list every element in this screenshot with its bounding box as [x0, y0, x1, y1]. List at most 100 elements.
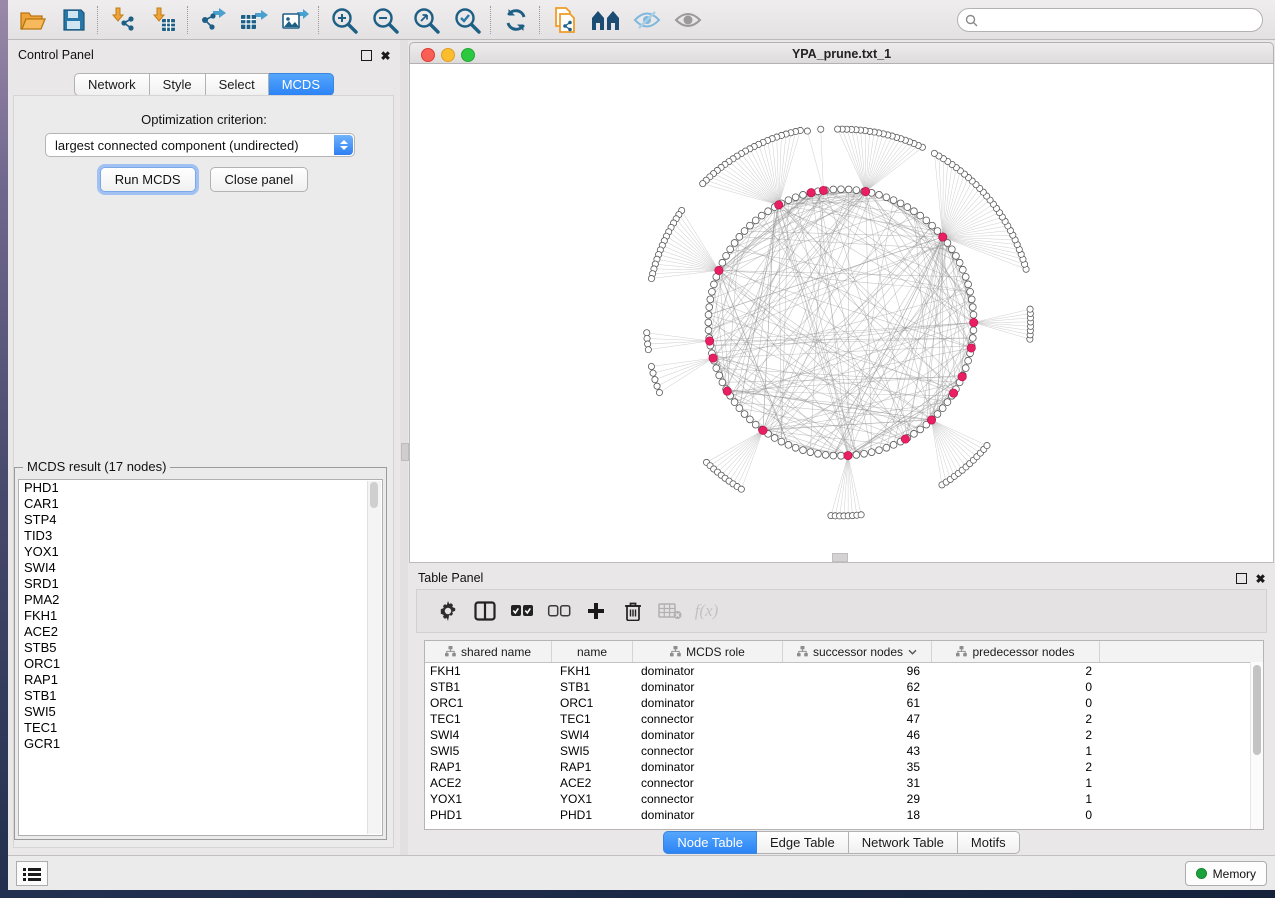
mcds-result-item[interactable]: PMA2	[19, 592, 382, 608]
mcds-result-item[interactable]: SRD1	[19, 576, 382, 592]
create-column-button[interactable]	[577, 594, 614, 628]
mcds-result-item[interactable]: STP4	[19, 512, 382, 528]
table-cell: RAP1	[425, 760, 552, 774]
zoom-in-button[interactable]	[323, 3, 364, 37]
table-scrollbar[interactable]	[1250, 662, 1263, 829]
column-header-successor-nodes[interactable]: successor nodes	[783, 641, 932, 662]
mcds-result-item[interactable]: TID3	[19, 528, 382, 544]
mcds-result-item[interactable]: ACE2	[19, 624, 382, 640]
column-label: name	[577, 645, 607, 659]
export-table-button[interactable]	[233, 3, 274, 37]
open-folder-icon	[19, 8, 47, 32]
show-column-panel-button[interactable]	[466, 594, 503, 628]
mcds-result-item[interactable]: GCR1	[19, 736, 382, 752]
mcds-result-item[interactable]: RAP1	[19, 672, 382, 688]
table-row[interactable]: STB1STB1dominator620	[425, 679, 1263, 695]
new-network-from-selection-button[interactable]	[544, 3, 585, 37]
hide-selected-button[interactable]	[626, 3, 667, 37]
optimization-criterion-value: largest connected component (undirected)	[55, 138, 299, 153]
network-graph[interactable]	[410, 64, 1273, 562]
mcds-list-scrollbar[interactable]	[367, 481, 381, 834]
float-panel-button[interactable]	[360, 49, 373, 62]
column-header-shared-name[interactable]: shared name	[425, 641, 552, 662]
close-table-panel-button[interactable]: ✖	[1254, 572, 1267, 585]
table-row[interactable]: PHD1PHD1dominator180	[425, 807, 1263, 823]
float-table-panel-button[interactable]	[1235, 572, 1248, 585]
close-panel-button[interactable]: ✖	[379, 49, 392, 62]
node-table-body: FKH1FKH1dominator962STB1STB1dominator620…	[425, 663, 1263, 823]
table-options-button[interactable]	[429, 594, 466, 628]
delete-column-button[interactable]	[614, 594, 651, 628]
zoom-out-button[interactable]	[364, 3, 405, 37]
column-header-predecessor-nodes[interactable]: predecessor nodes	[932, 641, 1100, 662]
mcds-result-item[interactable]: SWI4	[19, 560, 382, 576]
tab-edge-table[interactable]: Edge Table	[757, 831, 849, 854]
import-network-button[interactable]	[102, 3, 143, 37]
table-row[interactable]: YOX1YOX1connector291	[425, 791, 1263, 807]
table-row[interactable]: SWI5SWI5connector431	[425, 743, 1263, 759]
mcds-result-item[interactable]: STB1	[19, 688, 382, 704]
tab-select[interactable]: Select	[206, 73, 269, 96]
table-cell: dominator	[633, 664, 783, 678]
memory-button[interactable]: Memory	[1185, 861, 1267, 886]
tab-mcds[interactable]: MCDS	[269, 73, 334, 96]
tab-network-table[interactable]: Network Table	[849, 831, 958, 854]
export-network-button[interactable]	[192, 3, 233, 37]
mcds-result-item[interactable]: PHD1	[19, 480, 382, 496]
apply-layout-button[interactable]	[495, 3, 536, 37]
table-cell: connector	[633, 792, 783, 806]
mcds-result-item[interactable]: SWI5	[19, 704, 382, 720]
import-table-button[interactable]	[143, 3, 184, 37]
mcds-result-item[interactable]: ORC1	[19, 656, 382, 672]
horizontal-splitter-handle[interactable]	[832, 553, 848, 562]
zoom-fit-icon	[412, 6, 440, 34]
column-header-mcds-role[interactable]: MCDS role	[633, 641, 783, 662]
table-row[interactable]: RAP1RAP1dominator352	[425, 759, 1263, 775]
tab-motifs[interactable]: Motifs	[958, 831, 1020, 854]
table-row[interactable]: ACE2ACE2connector311	[425, 775, 1263, 791]
table-cell: dominator	[633, 680, 783, 694]
scrollbar-thumb[interactable]	[1253, 665, 1261, 755]
mcds-result-item[interactable]: TEC1	[19, 720, 382, 736]
table-row[interactable]: TEC1TEC1connector472	[425, 711, 1263, 727]
function-builder-button[interactable]: f(x)	[688, 594, 725, 628]
delete-table-button[interactable]	[651, 594, 688, 628]
node-table[interactable]: shared name name MCDS role successor nodes p…	[424, 640, 1264, 830]
show-all-button[interactable]	[667, 3, 708, 37]
table-row[interactable]: ORC1ORC1dominator610	[425, 695, 1263, 711]
task-history-button[interactable]	[16, 861, 48, 886]
zoom-fit-button[interactable]	[405, 3, 446, 37]
right-region: YPA_prune.txt_1 Table Panel ✖	[408, 40, 1275, 856]
network-canvas[interactable]	[409, 64, 1274, 563]
run-mcds-button[interactable]: Run MCDS	[100, 167, 196, 192]
column-header-name[interactable]: name	[552, 641, 633, 662]
deselect-all-rows-button[interactable]	[540, 594, 577, 628]
optimization-criterion-label: Optimization criterion:	[8, 112, 400, 127]
zoom-selected-button[interactable]	[446, 3, 487, 37]
optimization-criterion-select[interactable]: largest connected component (undirected)	[45, 133, 355, 157]
toolbar-separator	[318, 6, 320, 34]
tab-style[interactable]: Style	[150, 73, 206, 96]
export-image-button[interactable]	[274, 3, 315, 37]
float-icon	[1236, 573, 1247, 584]
mcds-result-item[interactable]: FKH1	[19, 608, 382, 624]
table-row[interactable]: FKH1FKH1dominator962	[425, 663, 1263, 679]
open-session-button[interactable]	[12, 3, 53, 37]
first-neighbors-button[interactable]	[585, 3, 626, 37]
tab-network[interactable]: Network	[74, 73, 150, 96]
mcds-result-item[interactable]: CAR1	[19, 496, 382, 512]
tab-node-table[interactable]: Node Table	[663, 831, 757, 854]
network-window-titlebar[interactable]: YPA_prune.txt_1	[409, 42, 1274, 64]
save-session-button[interactable]	[53, 3, 94, 37]
mcds-result-item[interactable]: STB5	[19, 640, 382, 656]
mcds-result-item[interactable]: YOX1	[19, 544, 382, 560]
fx-icon: f(x)	[695, 601, 719, 621]
table-cell: YOX1	[552, 792, 633, 806]
close-mcds-panel-button[interactable]: Close panel	[210, 167, 309, 192]
mcds-result-list[interactable]: PHD1CAR1STP4TID3YOX1SWI4SRD1PMA2FKH1ACE2…	[18, 479, 383, 836]
select-all-rows-button[interactable]	[503, 594, 540, 628]
column-label: successor nodes	[813, 645, 903, 659]
table-row[interactable]: SWI4SWI4dominator462	[425, 727, 1263, 743]
vertical-splitter[interactable]	[400, 40, 408, 856]
search-input[interactable]	[957, 8, 1263, 32]
